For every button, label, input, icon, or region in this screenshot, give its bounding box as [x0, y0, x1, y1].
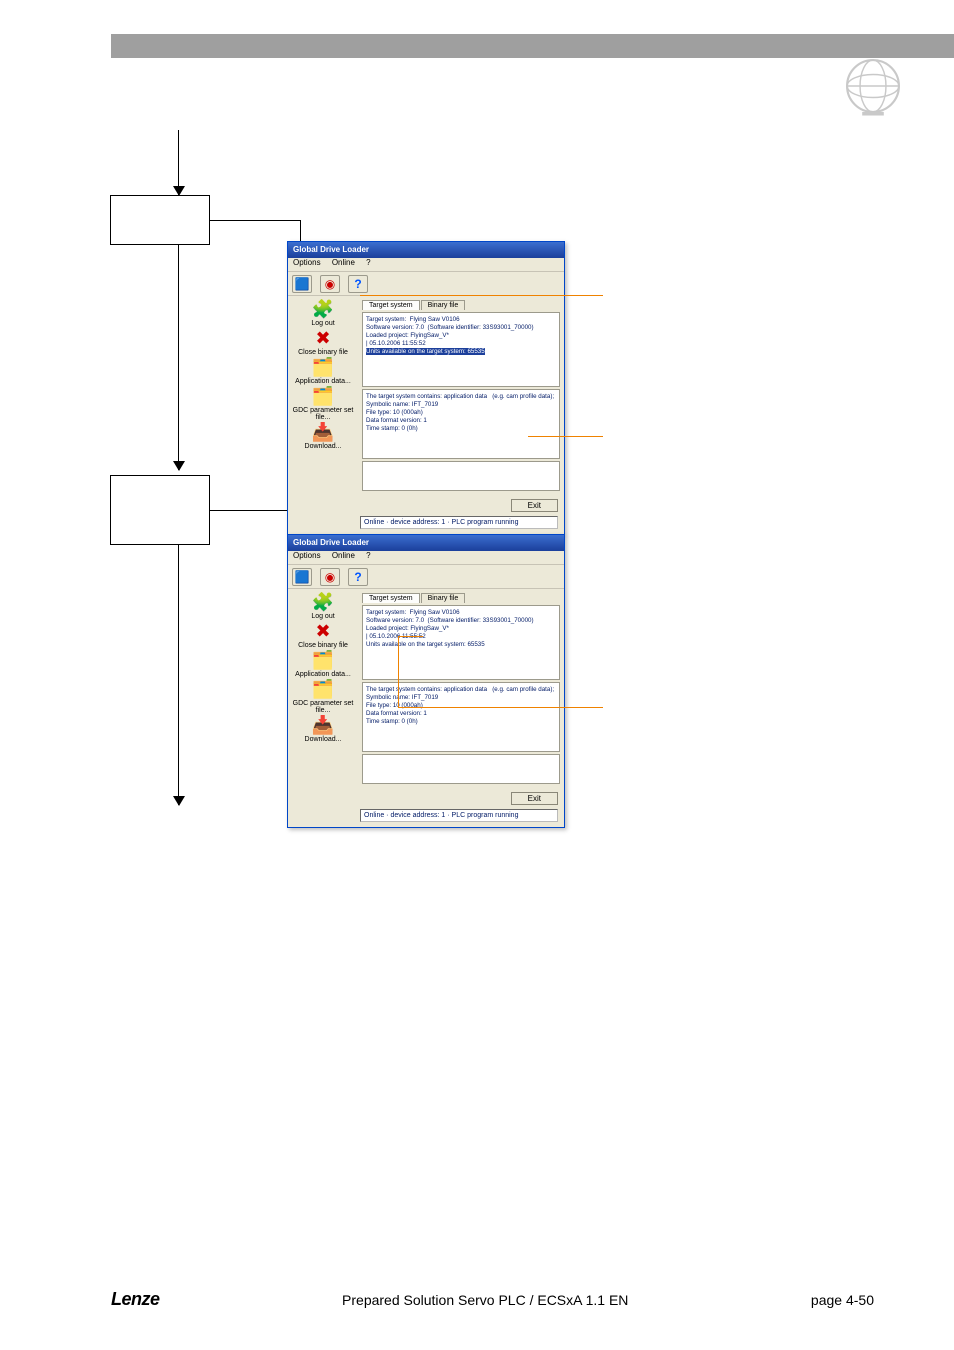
logout-icon: 🧩 — [312, 300, 334, 318]
callout2-line — [528, 436, 603, 437]
lenze-logo: Lenze — [111, 1289, 160, 1310]
titlebar: Global Drive Loader — [288, 242, 564, 258]
info-pane-top: Target system: Flying Saw V0106 Software… — [362, 312, 560, 387]
logout-label[interactable]: Log out — [311, 613, 334, 620]
flow-box-2 — [110, 475, 210, 545]
appdata-label[interactable]: Application data... — [295, 378, 351, 385]
info-pane-empty — [362, 754, 560, 784]
footer-center: Prepared Solution Servo PLC / ECSxA 1.1 … — [342, 1292, 628, 1308]
info-pane-top: Target system: Flying Saw V0106 Software… — [362, 605, 560, 680]
status-bar: Online · device address: 1 · PLC program… — [360, 516, 558, 529]
appdata-label[interactable]: Application data... — [295, 671, 351, 678]
toolbar-btn-1[interactable]: 🟦 — [292, 275, 312, 293]
body: 🧩 Log out ✖ Close binary file 🗂️ Applica… — [288, 296, 564, 495]
exit-button[interactable]: Exit — [511, 499, 558, 512]
flow-connector-2 — [210, 510, 287, 511]
tab-target-system[interactable]: Target system — [362, 300, 420, 310]
flow-box-1 — [110, 195, 210, 245]
callout3-line-b — [398, 636, 399, 707]
callout-1 — [603, 270, 853, 318]
titlebar: Global Drive Loader — [288, 535, 564, 551]
logout-icon: 🧩 — [312, 593, 334, 611]
footer-page: page 4-50 — [811, 1292, 874, 1308]
download-icon: 📥 — [312, 716, 334, 734]
flow-arrow-1 — [178, 130, 179, 195]
gdl-screenshot-1: Global Drive Loader Options Online ? 🟦 ◉… — [287, 241, 565, 535]
toolbar-btn-1[interactable]: 🟦 — [292, 568, 312, 586]
body: 🧩 Log out ✖ Close binary file 🗂️ Applica… — [288, 589, 564, 788]
toolbar-btn-2[interactable]: ◉ — [320, 568, 340, 586]
menu-options[interactable]: Options — [293, 551, 321, 560]
page-footer: Lenze Prepared Solution Servo PLC / ECSx… — [0, 1289, 954, 1310]
gdc-icon: 🗂️ — [312, 387, 334, 405]
iconbar: 🟦 ◉ ? — [288, 565, 564, 589]
menubar: Options Online ? — [288, 551, 564, 565]
right-panel: Target system Binary file Target system:… — [358, 296, 564, 495]
callout3-line-c — [398, 636, 423, 637]
gdl-screenshot-2: Global Drive Loader Options Online ? 🟦 ◉… — [287, 534, 565, 828]
callout3-line — [398, 707, 603, 708]
iconbar: 🟦 ◉ ? — [288, 272, 564, 296]
close-binary-label[interactable]: Close binary file — [298, 349, 348, 356]
menu-help[interactable]: ? — [366, 258, 370, 267]
callout-2 — [603, 410, 853, 458]
info-pane-empty — [362, 461, 560, 491]
download-label[interactable]: Download... — [305, 443, 342, 450]
menu-help[interactable]: ? — [366, 551, 370, 560]
gdc-label[interactable]: GDC parameter set file... — [288, 700, 358, 714]
exit-bar: Exit — [288, 495, 564, 516]
close-icon: ✖ — [315, 329, 330, 347]
toolbar-btn-2[interactable]: ◉ — [320, 275, 340, 293]
download-label[interactable]: Download... — [305, 736, 342, 743]
status-bar: Online · device address: 1 · PLC program… — [360, 809, 558, 822]
units-line: Units available on the target system: 65… — [366, 641, 485, 648]
help-icon[interactable]: ? — [348, 275, 368, 293]
units-highlight: Units available on the target system: 65… — [366, 348, 485, 355]
page-header-bar — [111, 34, 954, 58]
tab-row: Target system Binary file — [362, 593, 560, 603]
tab-binary-file[interactable]: Binary file — [421, 300, 466, 310]
info-pane-bottom: The target system contains: application … — [362, 682, 560, 752]
download-icon: 📥 — [312, 423, 334, 441]
callout-3 — [603, 680, 853, 728]
exit-bar: Exit — [288, 788, 564, 809]
left-panel: 🧩 Log out ✖ Close binary file 🗂️ Applica… — [288, 589, 358, 788]
tab-binary-file[interactable]: Binary file — [421, 593, 466, 603]
flow-arrow-3 — [178, 545, 179, 805]
globe-logo — [837, 50, 909, 122]
info-pane-bottom: The target system contains: application … — [362, 389, 560, 459]
menu-online[interactable]: Online — [332, 551, 355, 560]
help-icon[interactable]: ? — [348, 568, 368, 586]
logout-label[interactable]: Log out — [311, 320, 334, 327]
gdc-label[interactable]: GDC parameter set file... — [288, 407, 358, 421]
gdc-icon: 🗂️ — [312, 680, 334, 698]
right-panel: Target system Binary file Target system:… — [358, 589, 564, 788]
menu-options[interactable]: Options — [293, 258, 321, 267]
close-binary-label[interactable]: Close binary file — [298, 642, 348, 649]
flow-arrow-2 — [178, 245, 179, 470]
tab-row: Target system Binary file — [362, 300, 560, 310]
tab-target-system[interactable]: Target system — [362, 593, 420, 603]
exit-button[interactable]: Exit — [511, 792, 558, 805]
left-panel: 🧩 Log out ✖ Close binary file 🗂️ Applica… — [288, 296, 358, 495]
appdata-icon: 🗂️ — [312, 651, 334, 669]
close-icon: ✖ — [315, 622, 330, 640]
callout1-line — [360, 295, 603, 296]
menubar: Options Online ? — [288, 258, 564, 272]
appdata-icon: 🗂️ — [312, 358, 334, 376]
flow-connector-1 — [210, 220, 300, 221]
menu-online[interactable]: Online — [332, 258, 355, 267]
